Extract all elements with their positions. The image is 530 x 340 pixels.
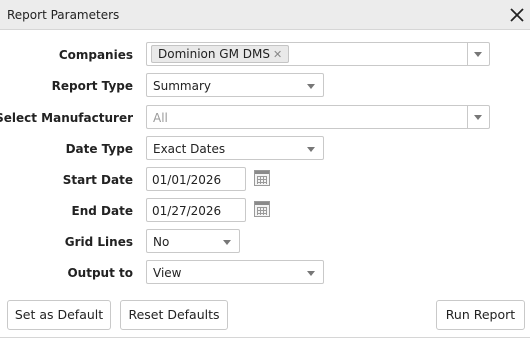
calendar-icon[interactable] <box>254 170 270 186</box>
start-date-input[interactable]: 01/01/2026 <box>146 167 246 191</box>
report-type-row: Report Type Summary <box>0 73 530 99</box>
chevron-down-icon <box>223 240 231 245</box>
grid-lines-value: No <box>153 235 170 249</box>
companies-multiselect[interactable]: Dominion GM DMS ✕ <box>146 42 490 66</box>
date-type-row: Date Type Exact Dates <box>0 136 530 162</box>
chevron-down-icon <box>474 52 482 57</box>
chevron-down-icon <box>307 84 315 89</box>
end-date-value: 01/27/2026 <box>152 204 222 218</box>
output-to-row: Output to View <box>0 260 530 286</box>
dialog-title: Report Parameters <box>7 8 120 22</box>
companies-row: Companies Dominion GM DMS ✕ <box>0 42 530 68</box>
set-as-default-button[interactable]: Set as Default <box>7 300 111 330</box>
dialog-titlebar: Report Parameters <box>0 0 530 30</box>
company-tag: Dominion GM DMS ✕ <box>151 45 290 63</box>
calendar-icon[interactable] <box>254 201 270 217</box>
companies-dropdown-toggle[interactable] <box>467 43 489 65</box>
run-report-button[interactable]: Run Report <box>436 300 525 330</box>
tag-remove-icon[interactable]: ✕ <box>273 48 282 61</box>
report-type-value: Summary <box>153 79 211 93</box>
output-to-select[interactable]: View <box>146 260 324 284</box>
date-type-label: Date Type <box>65 142 133 156</box>
start-date-label: Start Date <box>62 173 133 187</box>
end-date-row: End Date 01/27/2026 <box>0 198 530 224</box>
chevron-down-icon <box>307 147 315 152</box>
bottom-divider <box>0 337 530 338</box>
report-type-label: Report Type <box>51 79 133 93</box>
output-to-label: Output to <box>67 266 133 280</box>
grid-lines-select[interactable]: No <box>146 229 240 253</box>
chevron-down-icon <box>307 271 315 276</box>
end-date-input[interactable]: 01/27/2026 <box>146 198 246 222</box>
manufacturer-placeholder: All <box>153 111 168 125</box>
companies-label: Companies <box>58 48 133 62</box>
manufacturer-label: Select Manufacturer <box>0 111 133 125</box>
report-type-select[interactable]: Summary <box>146 73 324 97</box>
date-type-value: Exact Dates <box>153 142 226 156</box>
reset-defaults-button[interactable]: Reset Defaults <box>120 300 228 330</box>
start-date-row: Start Date 01/01/2026 <box>0 167 530 193</box>
grid-lines-row: Grid Lines No <box>0 229 530 255</box>
grid-lines-label: Grid Lines <box>64 235 133 249</box>
close-icon[interactable] <box>506 4 528 26</box>
chevron-down-icon <box>474 115 482 120</box>
date-type-select[interactable]: Exact Dates <box>146 136 324 160</box>
end-date-label: End Date <box>71 204 133 218</box>
manufacturer-row: Select Manufacturer All <box>0 105 530 131</box>
manufacturer-select[interactable]: All <box>146 105 490 129</box>
company-tag-label: Dominion GM DMS <box>158 47 270 61</box>
start-date-value: 01/01/2026 <box>152 173 222 187</box>
manufacturer-dropdown-toggle[interactable] <box>467 106 489 128</box>
output-to-value: View <box>153 266 182 280</box>
